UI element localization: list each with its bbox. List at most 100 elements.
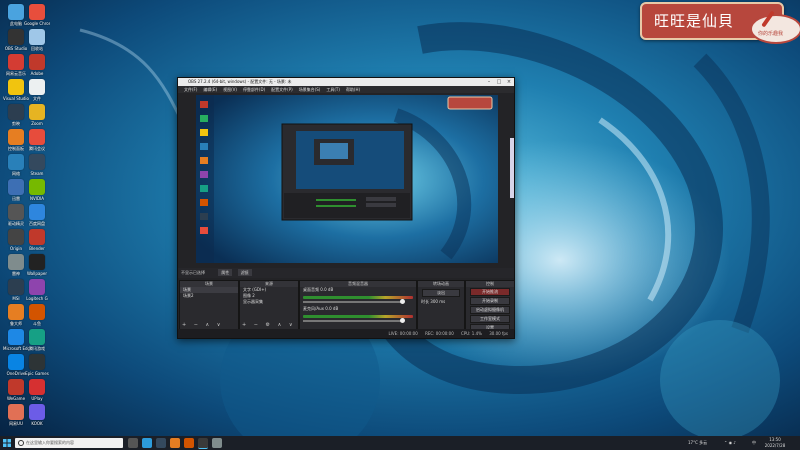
app-icon[interactable]	[212, 438, 222, 448]
scene-item[interactable]: 场景2	[180, 293, 238, 299]
badge-title: 旺旺是仙貝	[654, 12, 735, 30]
controls-header: 控制	[466, 281, 514, 287]
desktop-icon-label: 腾讯游戏	[29, 346, 45, 351]
app-icon	[29, 79, 45, 95]
file-explorer-icon[interactable]	[170, 438, 180, 448]
badge-subtitle: 你的乐趣我	[758, 31, 784, 37]
weather[interactable]: 17°C 多云	[688, 436, 707, 450]
desktop-icon-label: UPlay	[31, 396, 43, 401]
app-icon	[8, 79, 24, 95]
source-item[interactable]: 显示器采集	[240, 299, 298, 305]
desktop-icon[interactable]: 文件	[24, 79, 50, 101]
desktop-icon-label: Epic Games	[25, 371, 49, 376]
app-icon	[8, 54, 24, 70]
edge-icon[interactable]	[142, 438, 152, 448]
menu-item[interactable]: 工具(T)	[326, 87, 340, 92]
desktop-icon-label: KOOK	[31, 421, 43, 426]
desktop-icon[interactable]: Steam	[24, 154, 50, 176]
desktop-icon-label: Adobe	[30, 71, 44, 76]
obs-taskbar-icon[interactable]	[198, 438, 208, 449]
start-streaming-button[interactable]: 开始推流	[470, 288, 510, 296]
app-icon	[8, 279, 24, 295]
desktop-icon[interactable]: 回收站	[24, 29, 50, 51]
volume-slider[interactable]	[303, 318, 405, 323]
desktop-icon[interactable]: Logitech G	[24, 279, 50, 301]
filters-button[interactable]: 滤镜	[237, 269, 252, 276]
track-db: 0.0 dB	[320, 287, 334, 292]
sources-controls[interactable]: + − ⚙ ∧ ∨	[242, 322, 296, 328]
app-icon	[8, 404, 24, 420]
desktop-icon[interactable]: Epic Games	[24, 354, 50, 376]
desktop-icon-label: Logitech G	[26, 296, 48, 301]
app-icon	[29, 379, 45, 395]
obs-window-title: OBS 27.2.4 (64-bit, windows) - 配置文件: 无 -…	[188, 79, 292, 84]
app-icon	[29, 329, 45, 345]
app-icon	[29, 104, 45, 120]
volume-slider[interactable]	[303, 299, 405, 304]
minimize-icon[interactable]: –	[484, 78, 494, 86]
app-icon	[8, 179, 24, 195]
track-name: 麦克风/Aux	[303, 306, 324, 311]
app-icon	[8, 154, 24, 170]
windows-start-icon[interactable]	[3, 439, 11, 447]
desktop-icon[interactable]: Blender	[24, 229, 50, 251]
input-language[interactable]: 中	[752, 436, 756, 450]
desktop-icon[interactable]: 百度网盘	[24, 204, 50, 226]
menu-item[interactable]: 配置文件(P)	[271, 87, 293, 92]
menu-item[interactable]: 帮助(H)	[346, 87, 360, 92]
obs-status-bar: LIVE: 00:00:00 REC: 00:00:00 CPU: 1.4% 3…	[178, 329, 514, 338]
desktop-icon[interactable]: KOOK	[24, 404, 50, 426]
track-db: 0.0 dB	[325, 306, 339, 311]
desktop-icon[interactable]: Zoom	[24, 104, 50, 126]
desktop-icon-label: Google Chrome	[24, 21, 50, 26]
app-icon	[8, 329, 24, 345]
menu-item[interactable]: 停靠部件(D)	[243, 87, 265, 92]
obs-window[interactable]: OBS 27.2.4 (64-bit, windows) - 配置文件: 无 -…	[177, 77, 515, 339]
app-icon	[29, 129, 45, 145]
menu-item[interactable]: 视图(V)	[223, 87, 237, 92]
obs-preview[interactable]	[196, 95, 498, 263]
steam-icon[interactable]	[156, 438, 166, 448]
source-toolbar-status: 不显示已选择	[181, 270, 205, 275]
desktop-icon[interactable]: Wallpaper	[24, 254, 50, 276]
app-icon	[8, 254, 24, 270]
app-icon	[29, 54, 45, 70]
close-icon[interactable]: ×	[504, 78, 514, 86]
obs-title-bar[interactable]: OBS 27.2.4 (64-bit, windows) - 配置文件: 无 -…	[178, 78, 514, 86]
maximize-icon[interactable]: □	[494, 78, 504, 86]
desktop-icon[interactable]: 腾讯会议	[24, 129, 50, 151]
menu-item[interactable]: 文件(F)	[184, 87, 197, 92]
app-icon	[29, 404, 45, 420]
app-icon	[8, 304, 24, 320]
menu-item[interactable]: 场景集合(S)	[299, 87, 321, 92]
desktop-icon[interactable]: UPlay	[24, 379, 50, 401]
taskbar: 在这里输入你要搜索的内容 17°C 多云 ⌃ ◉ ♪ 中 13:50 2022/…	[0, 436, 800, 450]
transition-type-select[interactable]: 淡出	[422, 289, 460, 297]
tray-icons[interactable]: ⌃ ◉ ♪	[724, 436, 736, 450]
taskbar-search-input[interactable]: 在这里输入你要搜索的内容	[15, 438, 123, 448]
app-icon	[29, 204, 45, 220]
status-fps: 30.00 fps	[489, 331, 508, 336]
studio-mode-button[interactable]: 工作室模式	[470, 315, 510, 323]
desktop-icon[interactable]: Adobe	[24, 54, 50, 76]
volume-knob[interactable]	[400, 299, 405, 304]
desktop-icon[interactable]: NVIDIA	[24, 179, 50, 201]
task-view-icon[interactable]	[128, 438, 138, 448]
transition-duration[interactable]: 时长 300 ms	[418, 299, 464, 305]
preview-capture	[196, 95, 498, 263]
properties-button[interactable]: 属性	[218, 269, 233, 276]
taskbar-clock[interactable]: 13:50 2022/7/28	[762, 437, 788, 449]
obs-menu-bar: 文件(F) 编辑(E) 视图(V) 停靠部件(D) 配置文件(P) 场景集合(S) 工具(T…	[178, 86, 514, 93]
desktop-icon[interactable]: 斗鱼	[24, 304, 50, 326]
app-icon[interactable]	[184, 438, 194, 448]
app-icon	[8, 104, 24, 120]
menu-item[interactable]: 编辑(E)	[203, 87, 217, 92]
desktop-icon-label: Zoom	[31, 121, 43, 126]
scenes-controls[interactable]: + − ∧ ∨	[182, 322, 223, 328]
virtual-camera-button[interactable]: 启动虚拟摄像机	[470, 306, 510, 314]
start-recording-button[interactable]: 开始录制	[470, 297, 510, 305]
desktop-icon[interactable]: 腾讯游戏	[24, 329, 50, 351]
desktop-icon[interactable]: Google Chrome	[24, 4, 50, 26]
volume-knob[interactable]	[400, 318, 405, 323]
app-icon	[8, 29, 24, 45]
